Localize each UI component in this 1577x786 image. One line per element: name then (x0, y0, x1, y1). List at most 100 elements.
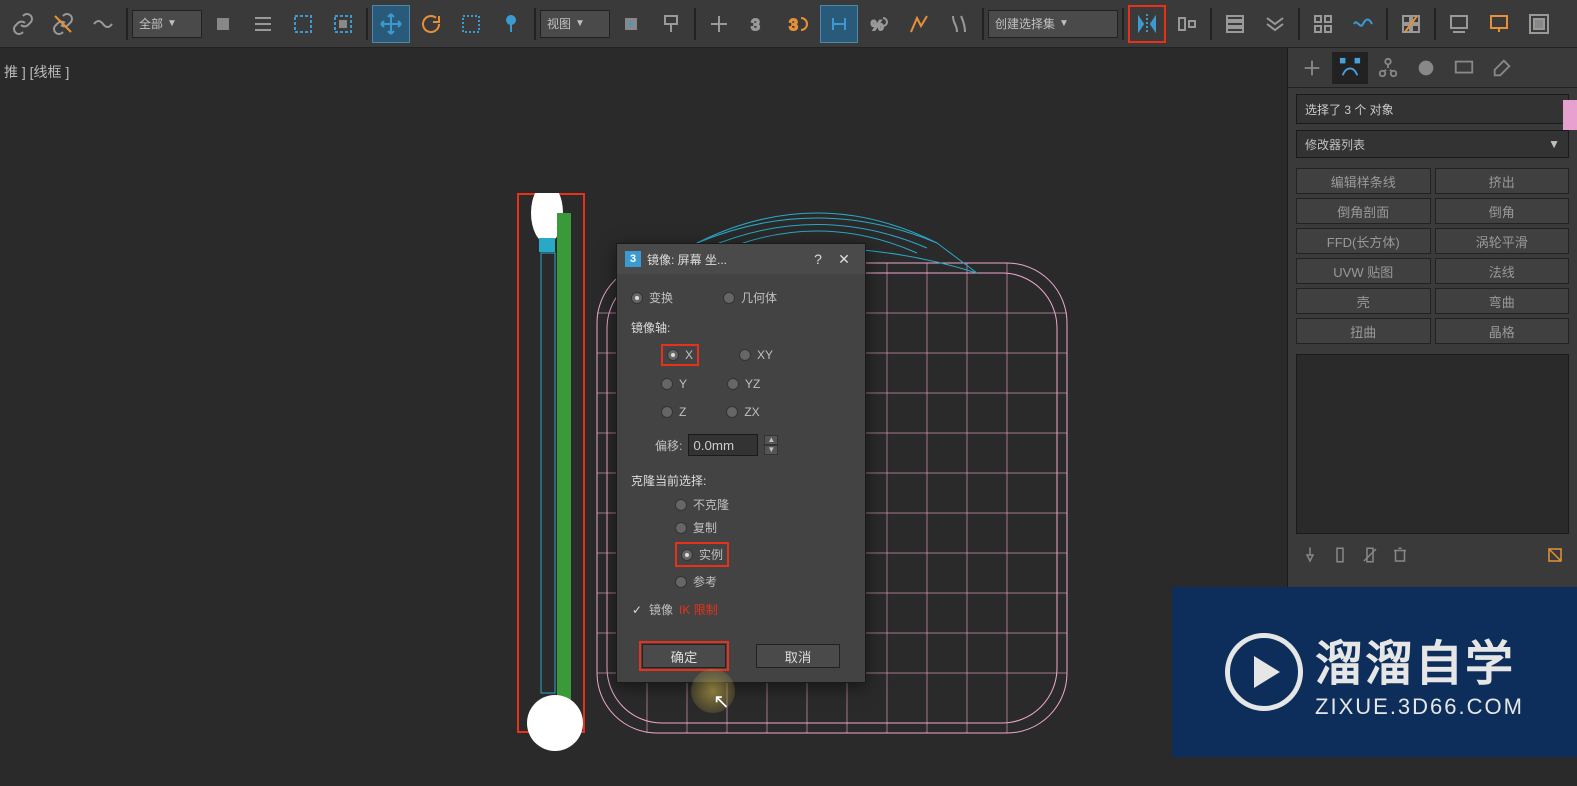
radio-icon (631, 292, 643, 304)
radio-icon (667, 349, 679, 361)
modifier-stack[interactable] (1296, 354, 1569, 534)
radio-axis-xy[interactable]: XY (739, 344, 773, 366)
configure-modifier-sets-icon[interactable] (1541, 542, 1569, 568)
mod-extrude[interactable]: 挤出 (1435, 168, 1570, 194)
radio-reference[interactable]: 参考 (675, 570, 851, 593)
command-panel-tabs (1288, 48, 1577, 88)
chevron-down-icon: ▼ (575, 18, 585, 29)
radio-icon (727, 378, 739, 390)
dialog-body: 变换 几何体 镜像轴: X XY Y YZ Z ZX 偏移: ▲▼ 克隆当前选择… (617, 274, 865, 632)
close-icon[interactable]: ✕ (831, 251, 857, 268)
radio-axis-z[interactable]: Z (661, 402, 686, 422)
tab-create[interactable] (1294, 52, 1330, 84)
modifier-stack-tools (1288, 538, 1577, 572)
pin-stack-icon[interactable] (1296, 542, 1324, 568)
spinner-up-icon[interactable]: ▲ (764, 435, 778, 445)
spinner-down-icon[interactable]: ▼ (764, 445, 778, 455)
select-and-manipulate-icon[interactable] (652, 5, 690, 43)
radio-axis-yz[interactable]: YZ (727, 374, 760, 394)
spinner-buttons[interactable]: ▲▼ (764, 435, 778, 455)
viewport[interactable]: 推 ] [线框 ] (0, 48, 1287, 757)
render-icon[interactable] (1520, 5, 1558, 43)
select-object-icon[interactable] (204, 5, 242, 43)
dialog-titlebar[interactable]: 3 镜像: 屏幕 坐... ? ✕ (617, 244, 865, 274)
layer-manager-icon[interactable] (1216, 5, 1254, 43)
radio-axis-x[interactable]: X (661, 344, 699, 366)
angle-snap-icon[interactable]: 3 (780, 5, 818, 43)
tab-utilities[interactable] (1484, 52, 1520, 84)
keyboard-shortcut-icon[interactable] (700, 5, 738, 43)
show-end-result-icon[interactable] (1326, 542, 1354, 568)
separator (366, 8, 368, 40)
bind-icon[interactable] (84, 5, 122, 43)
material-editor-icon[interactable] (1392, 5, 1430, 43)
mod-turbosmooth[interactable]: 涡轮平滑 (1435, 228, 1570, 254)
radio-transform[interactable]: 变换 (631, 286, 673, 309)
snaps-toggle-icon[interactable]: 3 (740, 5, 778, 43)
mod-uvw-map[interactable]: UVW 贴图 (1296, 258, 1431, 284)
mirror-icon[interactable] (1128, 5, 1166, 43)
percent-snap-icon[interactable] (820, 5, 858, 43)
radio-icon (675, 522, 687, 534)
mod-twist[interactable]: 扭曲 (1296, 318, 1431, 344)
chevron-down-icon: ▼ (1059, 18, 1069, 29)
tab-hierarchy[interactable] (1370, 52, 1406, 84)
radio-instance[interactable]: 实例 (675, 542, 729, 567)
schematic-view-icon[interactable] (1344, 5, 1382, 43)
mod-shell[interactable]: 壳 (1296, 288, 1431, 314)
select-by-name-icon[interactable] (244, 5, 282, 43)
remove-modifier-icon[interactable] (1386, 542, 1414, 568)
select-and-scale-icon[interactable] (452, 5, 490, 43)
mod-bevel[interactable]: 倒角 (1435, 198, 1570, 224)
spinner-snap-icon[interactable]: % (860, 5, 898, 43)
separator (694, 8, 696, 40)
select-and-move-icon[interactable] (372, 5, 410, 43)
ribbon-toggle-icon[interactable] (1256, 5, 1294, 43)
mod-bevel-profile[interactable]: 倒角剖面 (1296, 198, 1431, 224)
mod-bend[interactable]: 弯曲 (1435, 288, 1570, 314)
mirror-ik-checkbox[interactable]: ✓ 镜像 IK 限制 (631, 601, 851, 618)
named-selection-icon[interactable] (940, 5, 978, 43)
make-unique-icon[interactable] (1356, 542, 1384, 568)
dropdown-label: 创建选择集 (995, 15, 1055, 32)
radio-axis-y[interactable]: Y (661, 374, 687, 394)
radio-copy[interactable]: 复制 (675, 516, 851, 539)
mod-ffd-box[interactable]: FFD(长方体) (1296, 228, 1431, 254)
cancel-button[interactable]: 取消 (756, 644, 840, 668)
selection-region-icon[interactable] (284, 5, 322, 43)
modifier-list-dropdown[interactable]: 修改器列表▼ (1296, 130, 1569, 158)
render-setup-icon[interactable] (1440, 5, 1478, 43)
color-swatch[interactable] (1563, 100, 1577, 130)
offset-row: 偏移: ▲▼ (655, 434, 851, 456)
unlink-icon[interactable] (44, 5, 82, 43)
curve-editor-icon[interactable] (1304, 5, 1342, 43)
select-and-place-icon[interactable] (492, 5, 530, 43)
help-icon[interactable]: ? (805, 251, 831, 267)
dialog-title-text: 镜像: 屏幕 坐... (647, 251, 805, 268)
radio-no-clone[interactable]: 不克隆 (675, 493, 851, 516)
radio-icon (726, 406, 738, 418)
offset-input[interactable] (688, 434, 758, 456)
select-and-rotate-icon[interactable] (412, 5, 450, 43)
tab-display[interactable] (1446, 52, 1482, 84)
tab-motion[interactable] (1408, 52, 1444, 84)
separator (1122, 8, 1124, 40)
named-selection-sets-dropdown[interactable]: 创建选择集 ▼ (988, 10, 1118, 38)
mod-lattice[interactable]: 晶格 (1435, 318, 1570, 344)
tab-modify[interactable] (1332, 52, 1368, 84)
align-icon[interactable] (1168, 5, 1206, 43)
ok-button[interactable]: 确定 (642, 644, 726, 668)
mod-edit-spline[interactable]: 编辑样条线 (1296, 168, 1431, 194)
mod-normal[interactable]: 法线 (1435, 258, 1570, 284)
window-crossing-icon[interactable] (324, 5, 362, 43)
radio-axis-zx[interactable]: ZX (726, 402, 759, 422)
render-frame-icon[interactable] (1480, 5, 1518, 43)
reference-coordinate-dropdown[interactable]: 视图▼ (540, 10, 610, 38)
selection-filter-dropdown[interactable]: 全部▼ (132, 10, 202, 38)
link-icon[interactable] (4, 5, 42, 43)
svg-text:3: 3 (751, 17, 760, 34)
use-pivot-center-icon[interactable] (612, 5, 650, 43)
radio-geometry[interactable]: 几何体 (723, 286, 777, 309)
edit-named-selection-icon[interactable] (900, 5, 938, 43)
radio-icon (675, 576, 687, 588)
